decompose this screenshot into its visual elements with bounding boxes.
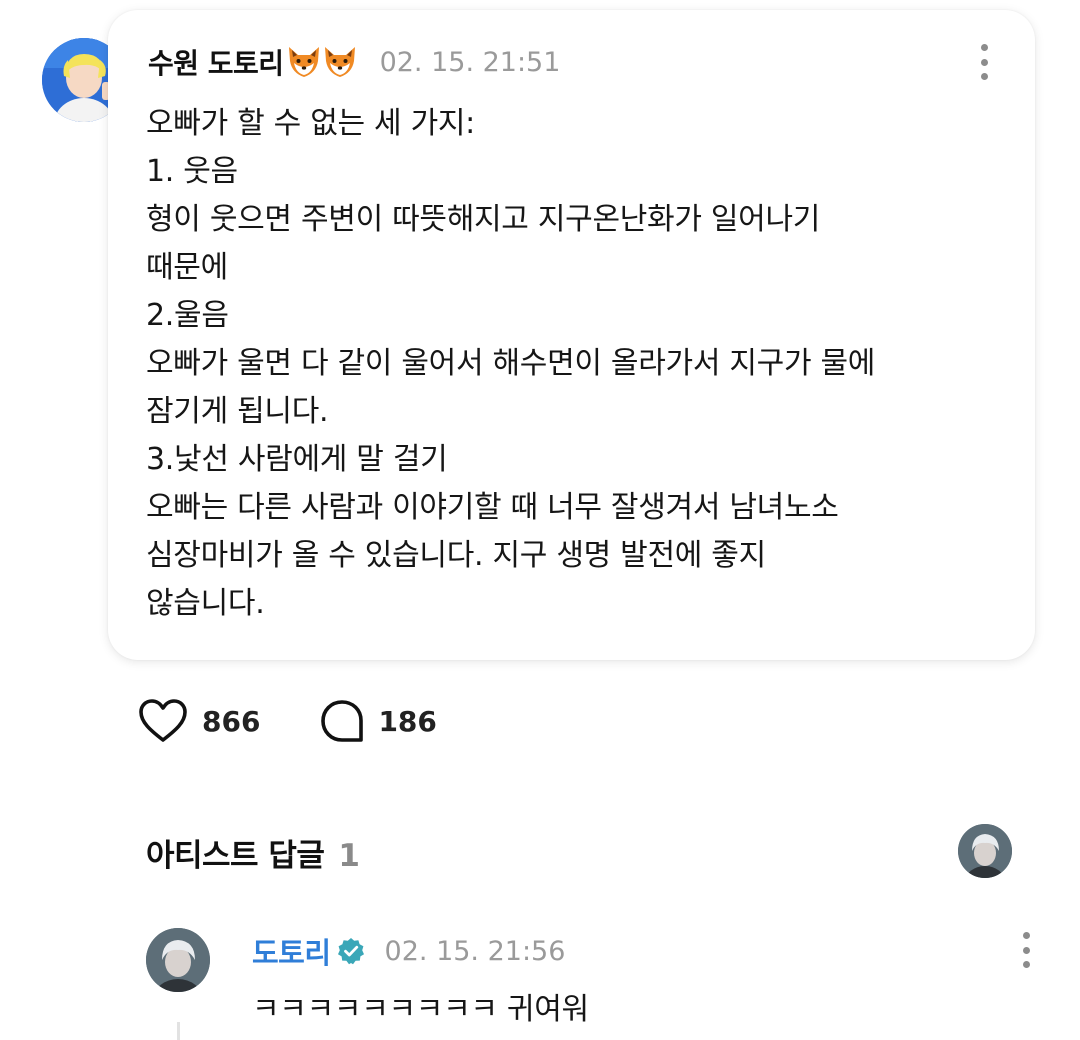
post-line: 잠기게 됩니다.: [146, 394, 329, 429]
post-line: 1. 웃음: [146, 154, 238, 189]
comment-button[interactable]: 186: [320, 699, 437, 743]
post-body: 오빠가 할 수 없는 세 가지: 1. 웃음 형이 웃으면 주변이 따뜻해지고 …: [146, 100, 1016, 628]
post-line: 오빠는 다른 사람과 이야기할 때 너무 잘생겨서 남녀노소: [146, 490, 839, 525]
post-line: 때문에: [146, 250, 228, 285]
artist-replies-count: 1: [338, 838, 360, 874]
post-timestamp: 02. 15. 21:51: [379, 46, 561, 78]
comment-count: 186: [378, 704, 437, 738]
thread-line: [177, 1022, 180, 1040]
fox-emoji-icons: [286, 45, 358, 79]
post-line: 오빠가 할 수 없는 세 가지:: [146, 106, 475, 141]
post-header: 수원 도토리 02. 15. 21:51: [148, 42, 560, 82]
fox-icon: [324, 47, 355, 77]
post-line: 않습니다.: [146, 586, 265, 621]
verified-badge-icon: [337, 937, 365, 965]
post-actions: 866 186: [138, 698, 497, 744]
artist-avatar-icon: [958, 824, 1012, 878]
artist-avatar-icon: [146, 928, 210, 992]
like-count: 866: [202, 704, 261, 738]
fox-icon: [288, 47, 319, 77]
reply-timestamp: 02. 15. 21:56: [384, 935, 566, 967]
reply-author-name[interactable]: 도토리: [252, 930, 331, 972]
reply-author-avatar[interactable]: [146, 928, 210, 992]
reply-text: ㅋㅋㅋㅋㅋㅋㅋㅋㅋ 귀여워: [252, 992, 589, 1027]
post-line: 형이 웃으면 주변이 따뜻해지고 지구온난화가 일어나기: [146, 202, 821, 237]
more-vertical-icon[interactable]: [1021, 932, 1031, 968]
post-line: 오빠가 울면 다 같이 울어서 해수면이 올라가서 지구가 물에: [146, 346, 876, 381]
post-author-name[interactable]: 수원 도토리: [148, 42, 284, 82]
artist-replies-header: 아티스트 답글 1: [146, 830, 360, 875]
more-vertical-icon[interactable]: [979, 44, 989, 80]
artist-avatar-small[interactable]: [958, 824, 1012, 878]
like-button[interactable]: 866: [138, 698, 260, 744]
post-line: 2.울음: [146, 298, 229, 333]
post-card: 수원 도토리 02. 15. 21:51 오빠가 할 수 없는 세 가지: 1.…: [108, 10, 1035, 660]
artist-replies-title: 아티스트 답글: [146, 838, 325, 874]
heart-icon: [139, 699, 187, 742]
comment-bubble-icon: [321, 700, 364, 742]
post-line: 심장마비가 올 수 있습니다. 지구 생명 발전에 좋지: [146, 538, 766, 573]
post-line: 3.낯선 사람에게 말 걸기: [146, 442, 448, 477]
reply-header: 도토리 02. 15. 21:56: [252, 930, 565, 972]
post-detail-page: 수원 도토리 02. 15. 21:51 오빠가 할 수 없는 세 가지: 1.…: [0, 0, 1080, 1040]
